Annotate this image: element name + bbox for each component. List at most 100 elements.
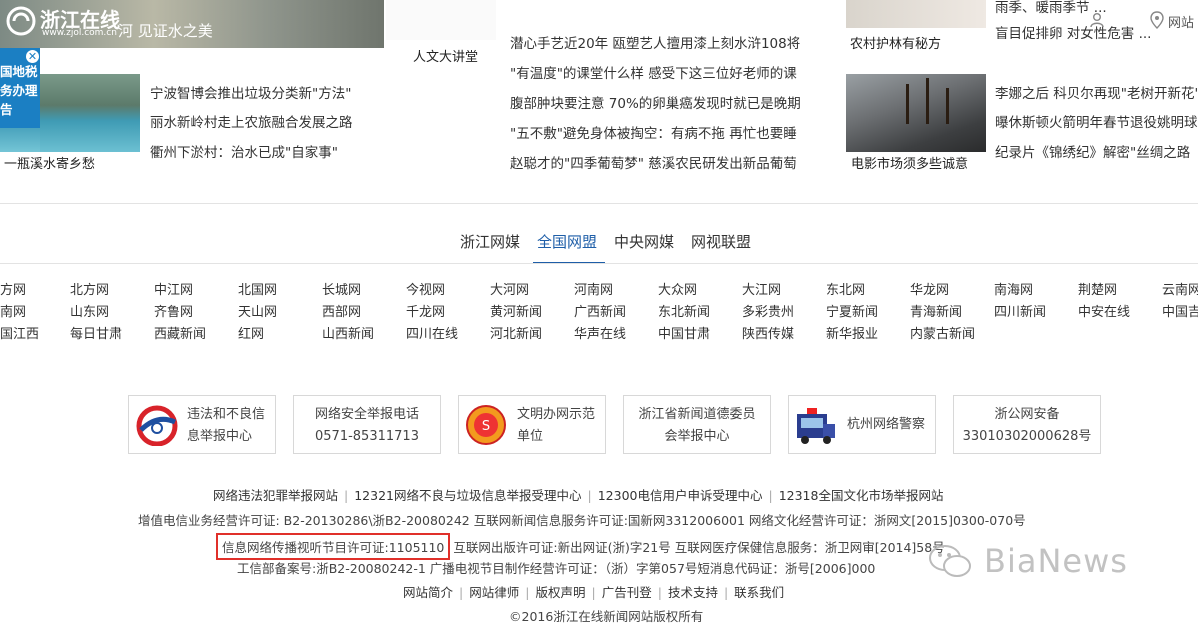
media-link[interactable]: 大众网 — [658, 279, 697, 298]
report-link[interactable]: 12318全国文化市场举报网站 — [779, 488, 944, 503]
news-link[interactable]: "五不敷"避免身体被掏空：有病不拖 再忙也要睡 — [510, 122, 797, 142]
media-link[interactable]: 陕西传媒 — [742, 323, 794, 342]
badge-line: 0571-85311713 — [315, 429, 419, 444]
location-label[interactable]: 网站 — [1168, 12, 1194, 31]
media-link[interactable]: 多彩贵州 — [742, 301, 794, 320]
wechat-icon — [929, 545, 971, 577]
media-link[interactable]: 山东网 — [70, 301, 109, 320]
footer-nav: 网站简介 | 网站律师 | 版权声明 | 广告刊登 | 技术支持 | 联系我们 — [403, 585, 785, 600]
badge-cyber-police[interactable]: 杭州网络警察 — [788, 395, 936, 454]
media-link[interactable]: 青海新闻 — [910, 301, 962, 320]
media-link[interactable]: 中江网 — [154, 279, 193, 298]
badge-illegal-report[interactable]: 违法和不良信 息举报中心 — [128, 395, 276, 454]
tab-zhejiang-media[interactable]: 浙江网媒 — [460, 231, 520, 252]
badge-security-hotline[interactable]: 网络安全举报电话 0571-85311713 — [293, 395, 441, 454]
watermark-text: BiaNews — [984, 542, 1128, 580]
news-link[interactable]: "有温度"的课堂什么样 感受下这三位好老师的课 — [510, 62, 797, 82]
badge-public-security[interactable]: 浙公网安备 33010302000628号 — [953, 395, 1101, 454]
col1-photo-caption[interactable]: 一瓶溪水寄乡愁 — [4, 153, 95, 172]
col1-photo[interactable] — [40, 74, 140, 152]
report-link[interactable]: 12321网络不良与垃圾信息举报受理中心 — [354, 488, 581, 503]
news-link[interactable]: 宁波智博会推出垃圾分类新"方法" — [150, 82, 351, 102]
footer-nav-link[interactable]: 网站简介 — [403, 585, 453, 600]
report-center-icon — [136, 405, 178, 446]
media-link[interactable]: 东北网 — [826, 279, 865, 298]
media-link[interactable]: 华声在线 — [574, 323, 626, 342]
media-link[interactable]: 天山网 — [238, 301, 277, 320]
col4-photo-caption[interactable]: 电影市场须多些诚意 — [851, 153, 968, 172]
footer-nav-link[interactable]: 技术支持 — [668, 585, 718, 600]
tab-central-media[interactable]: 中央网媒 — [614, 231, 674, 252]
svg-text:S: S — [482, 419, 490, 434]
media-link[interactable]: 宁夏新闻 — [826, 301, 878, 320]
media-link[interactable]: 长城网 — [322, 279, 361, 298]
media-link[interactable]: 南海网 — [994, 279, 1033, 298]
media-link[interactable]: 齐鲁网 — [154, 301, 193, 320]
media-link[interactable]: 内蒙古新闻 — [910, 323, 975, 342]
badge-ethics-committee[interactable]: 浙江省新闻道德委员 会举报中心 — [623, 395, 771, 454]
media-link[interactable]: 中国吉 — [1162, 301, 1198, 320]
badge-civilized-site[interactable]: S 文明办网示范 单位 — [458, 395, 606, 454]
tab-national-alliance[interactable]: 全国网盟 — [537, 231, 597, 252]
logo-url: www.zjol.com.cn — [42, 28, 117, 38]
police-car-icon — [797, 408, 835, 444]
location-icon[interactable] — [1150, 11, 1164, 29]
badge-line: 文明办网示范 — [517, 407, 596, 422]
footer-nav-link[interactable]: 广告刊登 — [602, 585, 652, 600]
media-link[interactable]: 黄河新闻 — [490, 301, 542, 320]
news-link[interactable]: 衢州下淤村：治水已成"自家事" — [150, 141, 338, 161]
media-link[interactable]: 华龙网 — [910, 279, 949, 298]
col4-top-photo[interactable] — [846, 0, 986, 28]
badge-line: 网络安全举报电话 — [314, 407, 419, 422]
media-link[interactable]: 云南网 — [1162, 279, 1198, 298]
media-link[interactable]: 每日甘肃 — [70, 323, 122, 342]
col2-caption[interactable]: 人文大讲堂 — [413, 46, 478, 65]
tab-video-alliance[interactable]: 网视联盟 — [691, 231, 751, 252]
media-link[interactable]: 南网 — [0, 301, 26, 320]
col4-photo[interactable] — [846, 74, 986, 152]
media-link[interactable]: 荆楚网 — [1078, 279, 1117, 298]
news-link[interactable]: 赵聪才的"四季葡萄梦" 慈溪农民研发出新品葡萄 — [510, 152, 797, 172]
ad-line: 告 — [0, 102, 13, 117]
media-link[interactable]: 北方网 — [70, 279, 109, 298]
badge-line: 息举报中心 — [187, 429, 253, 444]
media-link[interactable]: 西藏新闻 — [154, 323, 206, 342]
news-link[interactable]: 李娜之后 科贝尔再现"老树开新花" — [995, 82, 1198, 102]
footer-nav-link[interactable]: 联系我们 — [734, 585, 784, 600]
news-link[interactable]: 潜心手艺近20年 瓯塑艺人擅用漆上刻水浒108将 — [510, 32, 810, 52]
media-link[interactable]: 四川在线 — [406, 323, 458, 342]
media-link[interactable]: 河南网 — [574, 279, 613, 298]
media-link[interactable]: 河北新闻 — [490, 323, 542, 342]
media-link[interactable]: 方网 — [0, 279, 26, 298]
media-link[interactable]: 北国网 — [238, 279, 277, 298]
media-link[interactable]: 四川新闻 — [994, 301, 1046, 320]
media-link[interactable]: 国江西 — [0, 323, 39, 342]
media-link[interactable]: 千龙网 — [406, 301, 445, 320]
site-logo[interactable]: 浙江在线 www.zjol.com.cn — [6, 4, 146, 38]
footer-nav-link[interactable]: 版权声明 — [535, 585, 585, 600]
media-link[interactable]: 大河网 — [490, 279, 529, 298]
news-link[interactable]: 曝休斯顿火箭明年春节退役姚明球衣 — [995, 111, 1198, 131]
col4-top-caption[interactable]: 农村护林有秘方 — [850, 33, 941, 52]
news-link[interactable]: 腹部肿块要注意 70%的卵巢癌发现时就已是晚期 — [510, 92, 801, 112]
report-link[interactable]: 12300电信用户申诉受理中心 — [598, 488, 763, 503]
license-line-3: 工信部备案号:浙B2-20080242-1 广播电视节目制作经营许可证：（浙）字… — [237, 561, 876, 576]
media-link[interactable]: 红网 — [238, 323, 264, 342]
media-link[interactable]: 大江网 — [742, 279, 781, 298]
media-link[interactable]: 中安在线 — [1078, 301, 1130, 320]
media-link[interactable]: 山西新闻 — [322, 323, 374, 342]
news-link[interactable]: 丽水新岭村走上农旅融合发展之路 — [150, 111, 353, 131]
col2-photo[interactable] — [386, 0, 496, 40]
report-links: 网络违法犯罪举报网站 | 12321网络不良与垃圾信息举报受理中心 | 12300电信用… — [213, 488, 944, 503]
user-icon[interactable] — [1089, 12, 1105, 28]
news-link[interactable]: 纪录片《锦绣纪》解密"丝绸之路 — [995, 141, 1190, 161]
footer-nav-link[interactable]: 网站律师 — [469, 585, 519, 600]
side-ad[interactable]: ✕ 国地税 务办理 告 — [0, 48, 40, 128]
media-link[interactable]: 东北新闻 — [658, 301, 710, 320]
media-link[interactable]: 新华报业 — [826, 323, 878, 342]
report-link[interactable]: 网络违法犯罪举报网站 — [213, 488, 338, 503]
media-link[interactable]: 中国甘肃 — [658, 323, 710, 342]
media-link[interactable]: 今视网 — [406, 279, 445, 298]
media-link[interactable]: 广西新闻 — [574, 301, 626, 320]
media-link[interactable]: 西部网 — [322, 301, 361, 320]
